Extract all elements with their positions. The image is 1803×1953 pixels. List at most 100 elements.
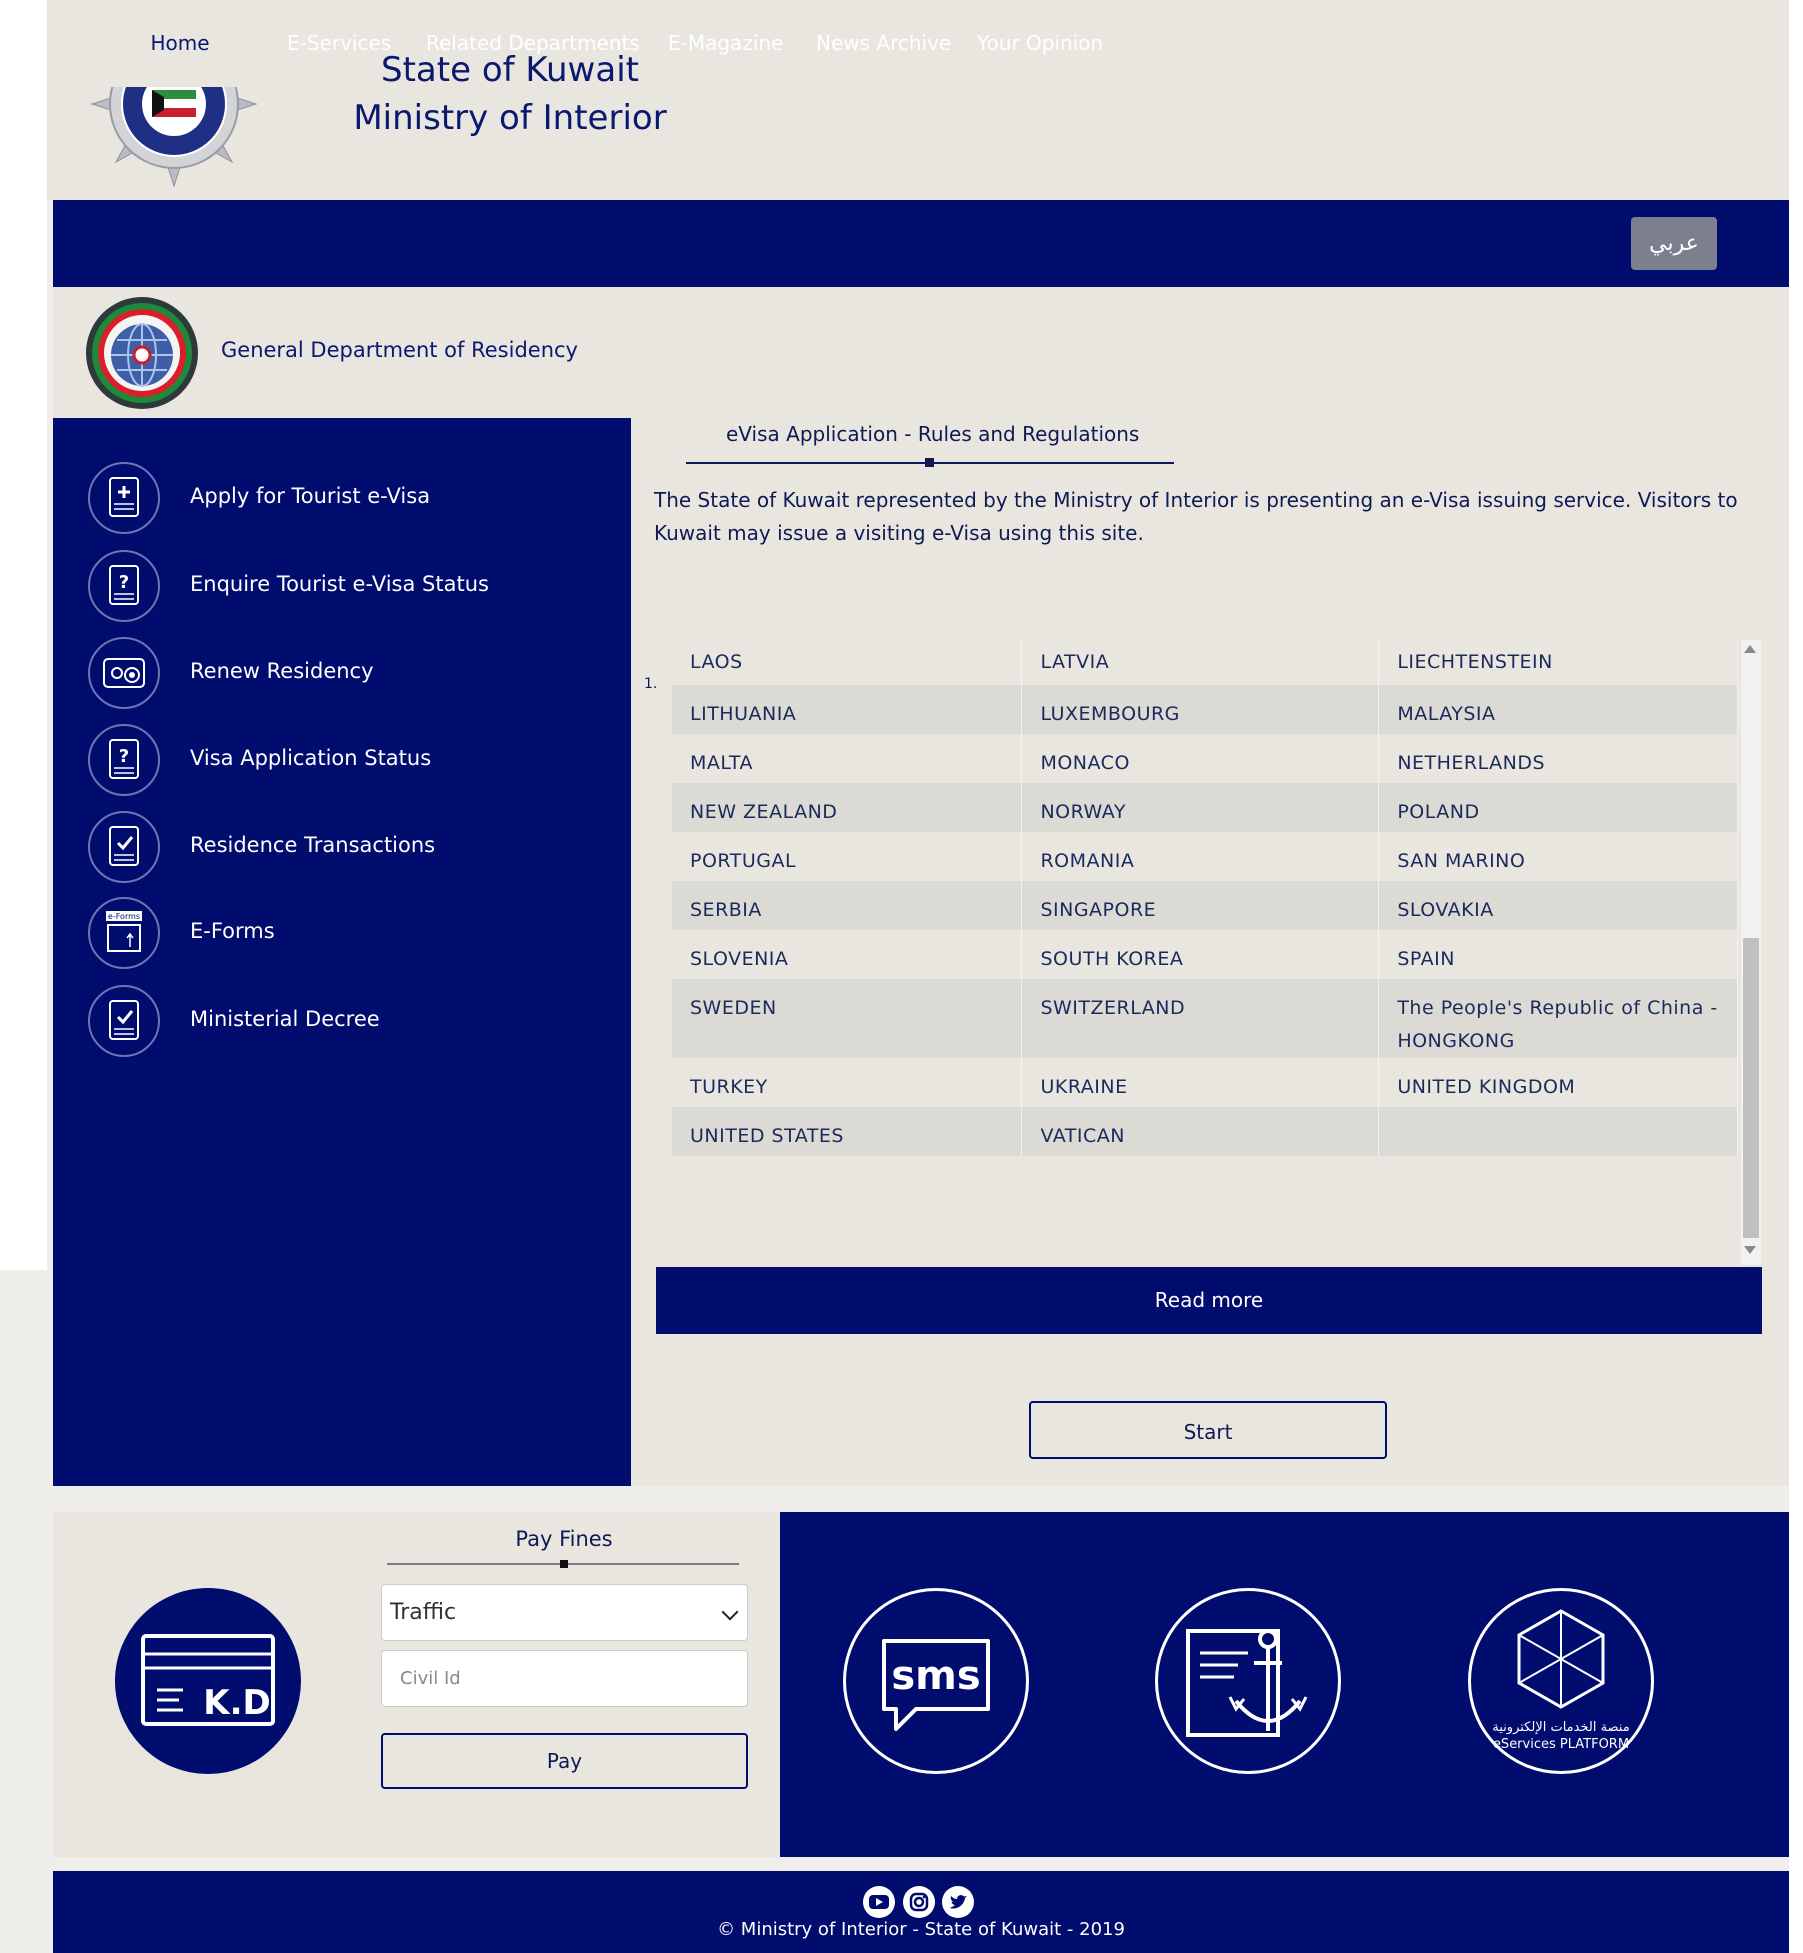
document-check-icon (88, 985, 160, 1057)
country-cell: MALTA (672, 734, 1023, 783)
section-title: eVisa Application - Rules and Regulation… (726, 422, 1140, 446)
country-cell: UKRAINE (1021, 1058, 1380, 1107)
country-cell: UNITED STATES (672, 1107, 1023, 1156)
nav-news-archive[interactable]: News Archive (816, 0, 951, 87)
kd-card-icon: K.D (115, 1588, 301, 1774)
sidebar-item-label: Renew Residency (190, 659, 374, 683)
sidebar-item-apply-tourist-evisa[interactable]: Apply for Tourist e-Visa (88, 462, 608, 538)
sidebar-item-e-forms[interactable]: e-Forms E-Forms (88, 897, 608, 973)
svg-text:eServices PLATFORM: eServices PLATFORM (1493, 1737, 1629, 1752)
fine-type-select[interactable]: Traffic (381, 1584, 748, 1641)
table-row: TURKEY UKRAINE UNITED KINGDOM (672, 1058, 1738, 1107)
country-cell: LITHUANIA (672, 685, 1023, 734)
start-button[interactable]: Start (1029, 1401, 1387, 1459)
country-cell (1378, 1107, 1738, 1156)
sidebar-item-label: Visa Application Status (190, 746, 432, 770)
table-row: NEW ZEALAND NORWAY POLAND (672, 783, 1738, 832)
country-cell: NORWAY (1021, 783, 1380, 832)
sidebar-item-renew-residency[interactable]: Renew Residency (88, 637, 608, 713)
page-margin (1789, 0, 1803, 1953)
copyright-text: © Ministry of Interior - State of Kuwait… (717, 1919, 1125, 1940)
table-row: MALTA MONACO NETHERLANDS (672, 734, 1738, 783)
table-row: UNITED STATES VATICAN (672, 1107, 1738, 1156)
sidebar-item-visa-application-status[interactable]: ? Visa Application Status (88, 724, 608, 800)
site-title-line2: Ministry of Interior (353, 98, 667, 138)
sms-service-button[interactable]: sms (843, 1588, 1029, 1774)
department-name: General Department of Residency (221, 338, 578, 362)
pay-fines-title: Pay Fines (515, 1527, 613, 1551)
table-scrollbar-thumb[interactable] (1743, 938, 1759, 1238)
country-cell: MONACO (1021, 734, 1380, 783)
main-navbar (53, 200, 1789, 287)
read-more-button[interactable]: Read more (656, 1267, 1762, 1334)
instagram-icon[interactable] (903, 1886, 935, 1918)
pay-button[interactable]: Pay (381, 1733, 748, 1789)
country-cell: SLOVAKIA (1378, 881, 1738, 930)
civil-id-input[interactable]: Civil Id (381, 1650, 748, 1707)
eservices-platform-button[interactable]: منصة الخدمات الإلكترونية eServices PLATF… (1468, 1588, 1654, 1774)
anchor-document-icon (1186, 1629, 1308, 1737)
eforms-icon: e-Forms (88, 897, 160, 969)
nav-e-services[interactable]: E-Services (287, 0, 391, 87)
country-cell: PORTUGAL (672, 832, 1023, 881)
country-cell: NEW ZEALAND (672, 783, 1023, 832)
nav-your-opinion[interactable]: Your Opinion (977, 0, 1103, 87)
page: State of Kuwait Ministry of Interior Hom… (0, 0, 1803, 1953)
country-cell: LAOS (672, 640, 1023, 685)
country-cell: SINGAPORE (1021, 881, 1380, 930)
nav-home[interactable]: Home (102, 0, 258, 87)
country-cell: VATICAN (1021, 1107, 1380, 1156)
sms-icon: sms (882, 1639, 990, 1731)
country-cell: UNITED KINGDOM (1378, 1058, 1738, 1107)
youtube-icon[interactable] (863, 1886, 895, 1918)
table-row: SWEDEN SWITZERLAND The People's Republic o… (672, 979, 1738, 1058)
intro-text: The State of Kuwait represented by the M… (654, 488, 1738, 545)
country-cell: LATVIA (1021, 640, 1380, 685)
scroll-down-arrow-icon[interactable] (1744, 1246, 1756, 1254)
list-number: 1. (644, 676, 658, 692)
table-row: SLOVENIA SOUTH KOREA SPAIN (672, 930, 1738, 979)
twitter-icon[interactable] (942, 1886, 974, 1918)
title-underline-marker (925, 458, 934, 467)
sidebar-item-residence-transactions[interactable]: Residence Transactions (88, 811, 608, 887)
sidebar-item-label: E-Forms (190, 919, 275, 943)
country-cell: The People's Republic of China - HONGKON… (1378, 979, 1738, 1058)
country-cell: LIECHTENSTEIN (1378, 640, 1738, 685)
residency-emblem-icon (86, 297, 198, 409)
document-question-icon: ? (88, 724, 160, 796)
anchor-service-button[interactable] (1155, 1588, 1341, 1774)
country-cell: SERBIA (672, 881, 1023, 930)
svg-text:?: ? (119, 572, 129, 593)
country-cell: SWITZERLAND (1021, 979, 1380, 1058)
country-cell: NETHERLANDS (1378, 734, 1738, 783)
sidebar-item-enquire-evisa-status[interactable]: ? Enquire Tourist e-Visa Status (88, 550, 608, 626)
table-row: LITHUANIA LUXEMBOURG MALAYSIA (672, 685, 1738, 734)
svg-text:منصة الخدمات الإلكترونية: منصة الخدمات الإلكترونية (1492, 1720, 1629, 1735)
sidebar-item-label: Apply for Tourist e-Visa (190, 484, 431, 508)
country-cell: SWEDEN (672, 979, 1023, 1058)
nav-related-departments[interactable]: Related Departments (426, 0, 640, 87)
sidebar-item-label: Ministerial Decree (190, 1007, 380, 1031)
sidebar-item-ministerial-decree[interactable]: Ministerial Decree (88, 985, 608, 1061)
country-cell: SPAIN (1378, 930, 1738, 979)
country-cell: ROMANIA (1021, 832, 1380, 881)
svg-text:e-Forms: e-Forms (108, 912, 140, 921)
country-cell: TURKEY (672, 1058, 1023, 1107)
nav-e-magazine[interactable]: E-Magazine (668, 0, 783, 87)
country-cell: SOUTH KOREA (1021, 930, 1380, 979)
country-cell: SAN MARINO (1378, 832, 1738, 881)
language-toggle-button[interactable]: عربي (1631, 217, 1717, 270)
eservices-platform-icon: منصة الخدمات الإلكترونية eServices PLATF… (1492, 1609, 1630, 1752)
svg-text:K.D: K.D (203, 1683, 271, 1723)
table-row: PORTUGAL ROMANIA SAN MARINO (672, 832, 1738, 881)
country-cell: MALAYSIA (1378, 685, 1738, 734)
table-row: SERBIA SINGAPORE SLOVAKIA (672, 881, 1738, 930)
table-row: LAOS LATVIA LIECHTENSTEIN (672, 640, 1738, 685)
country-cell: LUXEMBOURG (1021, 685, 1380, 734)
document-check-icon (88, 811, 160, 883)
sidebar-item-label: Enquire Tourist e-Visa Status (190, 572, 489, 596)
document-plus-icon (88, 462, 160, 534)
country-cell: SLOVENIA (672, 930, 1023, 979)
document-question-icon: ? (88, 550, 160, 622)
scroll-up-arrow-icon[interactable] (1744, 645, 1756, 653)
